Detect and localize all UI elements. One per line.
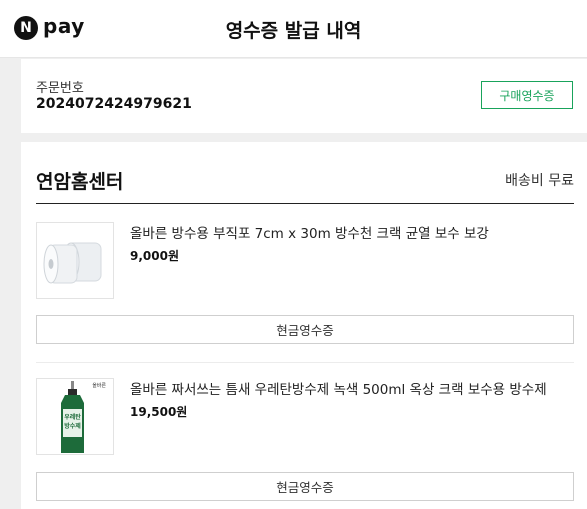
product-price: 19,500원 [130, 405, 188, 419]
bottle-label-line2: 방수제 [64, 422, 81, 430]
order-number-value: 2024072424979621 [36, 96, 192, 112]
bottle-brand: 올바른 [92, 382, 106, 389]
shipping-fee: 배송비 무료 [505, 173, 574, 189]
product-name[interactable]: 올바른 방수용 부직포 7cm x 30m 방수천 크랙 균열 보수 보강 [130, 222, 570, 242]
page-title: 영수증 발급 내역 [225, 20, 362, 42]
green-bottle-icon: 우레탄 방수제 올바른 [37, 379, 113, 454]
purchase-receipt-button[interactable]: 구매영수증 [481, 81, 573, 109]
cash-receipt-button[interactable]: 현금영수증 [36, 315, 574, 344]
store-divider [36, 203, 574, 204]
bottle-label-line1: 우레탄 [64, 413, 81, 421]
product-name[interactable]: 올바른 짜서쓰는 틈새 우레탄방수제 녹색 500ml 옥상 크랙 보수용 방수… [130, 378, 570, 398]
fabric-roll-icon [37, 223, 113, 298]
top-header: N pay 영수증 발급 내역 [0, 0, 587, 58]
product-thumbnail[interactable]: 우레탄 방수제 올바른 [36, 378, 114, 455]
item-divider [36, 362, 574, 363]
store-section: 연암홈센터 배송비 무료 올바른 방수용 부직포 7cm x 30m 방수천 크… [21, 142, 587, 509]
product-price: 9,000원 [130, 249, 179, 263]
order-info-section: 주문번호 2024072424979621 구매영수증 [21, 59, 587, 133]
cash-receipt-button[interactable]: 현금영수증 [36, 472, 574, 501]
store-name: 연암홈센터 [36, 171, 124, 193]
order-number-label: 주문번호 [36, 81, 84, 96]
product-thumbnail[interactable] [36, 222, 114, 299]
